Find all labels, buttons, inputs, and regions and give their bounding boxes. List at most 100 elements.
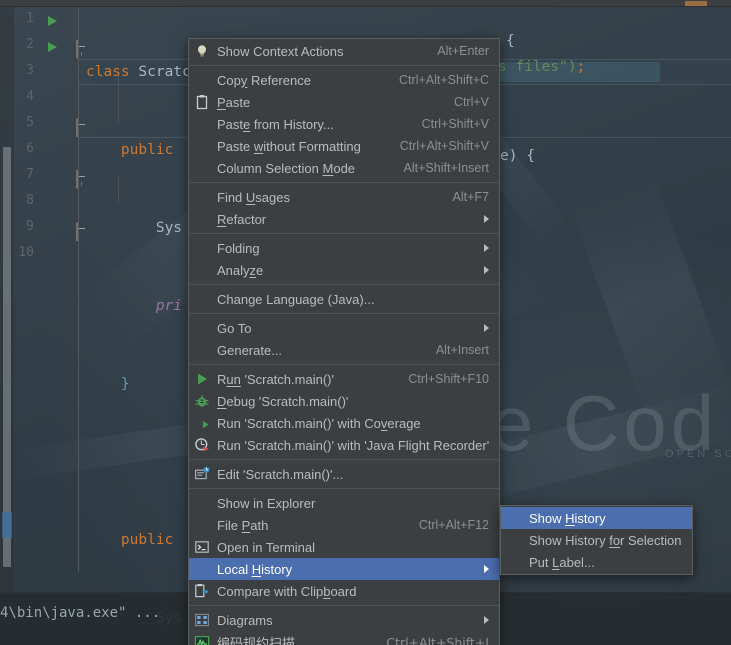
- menu-item-paste[interactable]: Paste Ctrl+V: [189, 91, 499, 113]
- fold-guideline: [78, 7, 79, 572]
- submenu-item-show-history[interactable]: Show History: [501, 507, 692, 529]
- code-fragment-brace: {: [506, 33, 515, 49]
- scrollbar-thumb[interactable]: [3, 147, 11, 567]
- menu-item-analyze[interactable]: Analyze: [189, 259, 499, 281]
- scrollbar-marker: [2, 512, 12, 538]
- menu-item-go-to[interactable]: Go To: [189, 317, 499, 339]
- menu-item-run-scratch-main[interactable]: Run 'Scratch.main()' Ctrl+Shift+F10: [189, 368, 499, 390]
- menu-item-compare-with-clipboard[interactable]: Compare with Clipboard: [189, 580, 499, 602]
- submenu-item-put-label[interactable]: Put Label...: [501, 551, 692, 573]
- menu-separator: [189, 605, 499, 606]
- editor-context-menu[interactable]: Show Context Actions Alt+Enter Copy Refere…: [188, 38, 500, 645]
- submenu-arrow-icon: [484, 616, 489, 624]
- lightbulb-icon: [194, 43, 210, 59]
- menu-item-refactor[interactable]: Refactor: [189, 208, 499, 230]
- menu-item-label: Debug 'Scratch.main()': [217, 393, 349, 409]
- submenu-arrow-icon: [484, 244, 489, 252]
- line-number: 7: [26, 167, 34, 182]
- menu-item-label: Paste without Formatting: [217, 138, 361, 154]
- editor-tab-strip[interactable]: [0, 0, 731, 7]
- menu-item-label: Run 'Scratch.main()': [217, 371, 334, 387]
- clipboard-icon: [194, 94, 210, 110]
- menu-item-change-language[interactable]: Change Language (Java)...: [189, 288, 499, 310]
- run-gutter-icon[interactable]: [48, 42, 57, 52]
- submenu-arrow-icon: [484, 324, 489, 332]
- submenu-arrow-icon: [484, 565, 489, 573]
- menu-item-label: Refactor: [217, 211, 267, 227]
- diagram-icon: [194, 612, 210, 628]
- menu-item-generate[interactable]: Generate... Alt+Insert: [189, 339, 499, 361]
- menu-item-edit-scratch-main-config[interactable]: Edit 'Scratch.main()'...: [189, 463, 499, 485]
- menu-separator: [189, 233, 499, 234]
- menu-item-label: Show in Explorer: [217, 495, 316, 511]
- menu-item-label: Paste: [217, 94, 251, 110]
- console-output-line: 4\bin\java.exe" ...: [0, 605, 161, 621]
- menu-item-label: Compare with Clipboard: [217, 583, 357, 599]
- line-number: 3: [26, 63, 34, 78]
- active-tab-indicator: [685, 1, 707, 6]
- menu-item-debug-scratch-main[interactable]: Debug 'Scratch.main()': [189, 390, 499, 412]
- menu-item-shortcut: Ctrl+Alt+Shift+C: [399, 73, 489, 87]
- menu-item-label: Show History: [529, 510, 606, 526]
- local-history-submenu[interactable]: Show History Show History for Selection Pu…: [500, 505, 693, 575]
- editor-gutter[interactable]: 1 2 3 4 5 6 7 8 9 10: [14, 7, 85, 592]
- menu-item-label: Analyze: [217, 262, 264, 278]
- line-number: 10: [18, 245, 34, 260]
- menu-item-file-path[interactable]: File Path Ctrl+Alt+F12: [189, 514, 499, 536]
- code-text: pri: [155, 298, 183, 314]
- menu-item-label: Change Language (Java)...: [217, 291, 375, 307]
- coverage-icon: [194, 415, 210, 431]
- code-keyword: public: [120, 142, 174, 158]
- menu-item-label: Generate...: [217, 342, 283, 358]
- code-fragment-param: e) {: [500, 148, 535, 164]
- menu-item-find-usages[interactable]: Find Usages Alt+F7: [189, 186, 499, 208]
- menu-item-show-context-actions[interactable]: Show Context Actions Alt+Enter: [189, 40, 499, 62]
- submenu-item-show-history-for-selection[interactable]: Show History for Selection: [501, 529, 692, 551]
- code-brace: }: [120, 376, 130, 392]
- menu-item-local-history[interactable]: Local History: [189, 558, 499, 580]
- menu-item-paste-without-formatting[interactable]: Paste without Formatting Ctrl+Alt+Shift+V: [189, 135, 499, 157]
- menu-item-label: Folding: [217, 240, 260, 256]
- menu-separator: [189, 182, 499, 183]
- menu-item-diagrams[interactable]: Diagrams: [189, 609, 499, 631]
- run-gutter-icon[interactable]: [48, 16, 57, 26]
- run-icon: [194, 371, 210, 387]
- menu-separator: [189, 459, 499, 460]
- menu-item-show-in-explorer[interactable]: Show in Explorer: [189, 492, 499, 514]
- flight-recorder-icon: [194, 437, 210, 453]
- menu-item-shortcut: Ctrl+Shift+V: [421, 117, 489, 131]
- menu-item-shortcut: Alt+Insert: [435, 343, 489, 357]
- code-keyword: public: [120, 532, 174, 548]
- line-number: 6: [26, 141, 34, 156]
- menu-item-label: Show Context Actions: [217, 43, 344, 59]
- compare-icon: [194, 583, 210, 599]
- menu-item-copy-reference[interactable]: Copy Reference Ctrl+Alt+Shift+C: [189, 69, 499, 91]
- menu-item-label: Open in Terminal: [217, 539, 316, 555]
- submenu-arrow-icon: [484, 266, 489, 274]
- menu-item-run-with-jfr[interactable]: Run 'Scratch.main()' with 'Java Flight R…: [189, 434, 499, 456]
- menu-item-label: Copy Reference: [217, 72, 311, 88]
- menu-item-paste-from-history[interactable]: Paste from History... Ctrl+Shift+V: [189, 113, 499, 135]
- code-text: Sys: [155, 220, 183, 236]
- menu-item-run-with-coverage[interactable]: Run 'Scratch.main()' with Coverage: [189, 412, 499, 434]
- menu-separator: [189, 284, 499, 285]
- menu-item-column-selection-mode[interactable]: Column Selection Mode Alt+Shift+Insert: [189, 157, 499, 179]
- menu-item-label: Put Label...: [529, 554, 595, 570]
- menu-separator: [189, 488, 499, 489]
- menu-item-label: Local History: [217, 561, 293, 577]
- menu-item-shortcut: Alt+Shift+Insert: [403, 161, 489, 175]
- menu-item-shortcut: Alt+Enter: [437, 44, 489, 58]
- menu-item-label: Run 'Scratch.main()' with 'Java Flight R…: [217, 437, 490, 453]
- submenu-arrow-icon: [484, 215, 489, 223]
- debug-icon: [194, 393, 210, 409]
- menu-item-code-convention-scan[interactable]: 编码规约扫描 Ctrl+Alt+Shift+J: [189, 631, 499, 645]
- menu-item-folding[interactable]: Folding: [189, 237, 499, 259]
- menu-item-label: Show History for Selection: [529, 532, 682, 548]
- menu-separator: [189, 313, 499, 314]
- menu-item-label: Find Usages: [217, 189, 290, 205]
- ide-window: e Cod OPEN SOURCE 1 2 3 4 5 6 7 8 9 10 c…: [0, 0, 731, 645]
- menu-separator: [189, 65, 499, 66]
- terminal-icon: [194, 539, 210, 555]
- menu-item-open-in-terminal[interactable]: Open in Terminal: [189, 536, 499, 558]
- menu-item-shortcut: Alt+F7: [452, 190, 489, 204]
